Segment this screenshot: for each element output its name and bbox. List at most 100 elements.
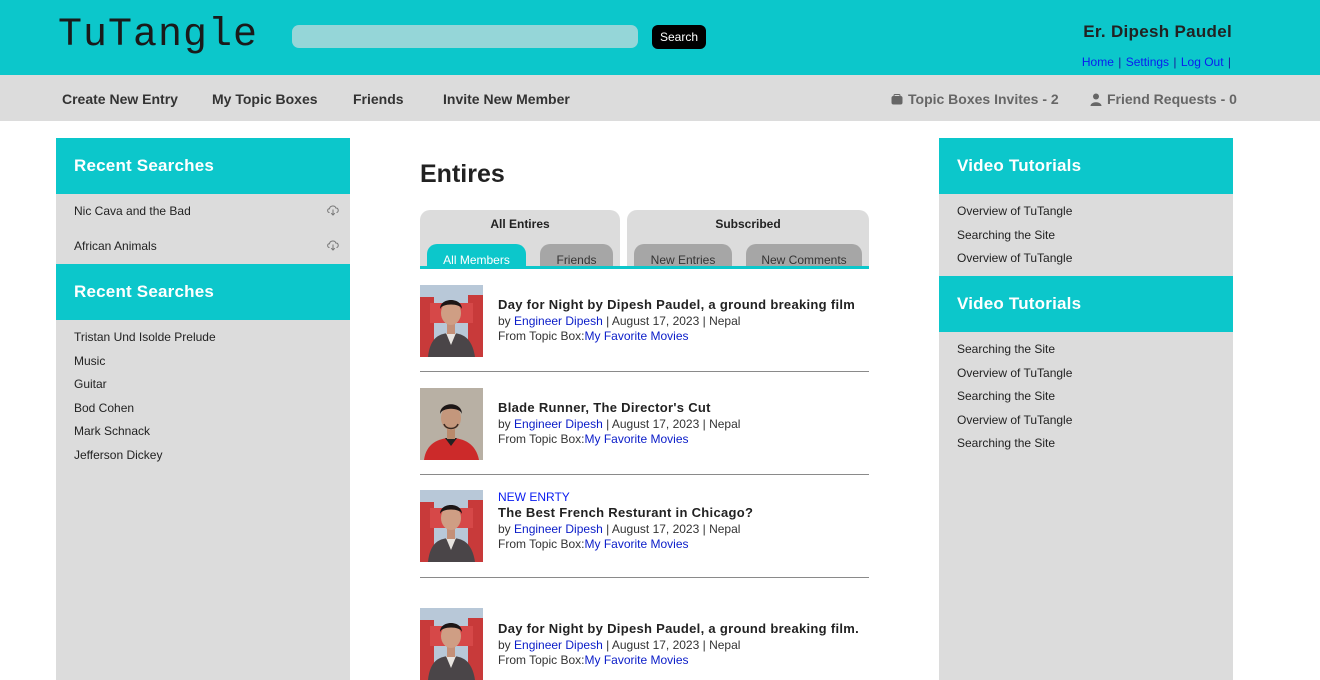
nav-invite-new-member[interactable]: Invite New Member — [443, 91, 570, 107]
recent-search-item[interactable]: Bod Cohen — [56, 401, 134, 415]
tutorial-link[interactable]: Overview of TuTangle — [939, 413, 1072, 427]
entry-from-label: From Topic Box: — [498, 432, 585, 446]
tab-group-label[interactable]: Subscribed — [627, 217, 869, 231]
entry-divider — [420, 474, 869, 475]
entry-date-location: | August 17, 2023 | Nepal — [602, 522, 741, 536]
friend-requests-label: Friend Requests - 0 — [1107, 91, 1237, 107]
entry-author-link[interactable]: Engineer Dipesh — [514, 314, 603, 328]
tutorial-link[interactable]: Searching the Site — [939, 436, 1055, 450]
friend-requests[interactable]: Friend Requests - 0 — [1090, 91, 1237, 107]
entry-from-label: From Topic Box: — [498, 537, 585, 551]
nav-my-topic-boxes[interactable]: My Topic Boxes — [212, 91, 318, 107]
entry-topic-link[interactable]: My Favorite Movies — [584, 432, 688, 446]
entry-author-link[interactable]: Engineer Dipesh — [514, 638, 603, 652]
entry-date-location: | August 17, 2023 | Nepal — [602, 314, 741, 328]
recent-search-label: Nic Cava and the Bad — [74, 204, 191, 218]
tutorial-link[interactable]: Overview of TuTangle — [939, 204, 1072, 218]
entry-title[interactable]: The Best French Resturant in Chicago? — [498, 505, 753, 520]
search-input[interactable] — [292, 25, 638, 48]
logout-link[interactable]: Log Out — [1181, 55, 1224, 69]
cloud-download-icon[interactable] — [326, 204, 340, 216]
tutorial-link[interactable]: Searching the Site — [939, 342, 1055, 356]
main-nav: Create New Entry My Topic Boxes Friends … — [0, 75, 1320, 121]
tutorial-link[interactable]: Overview of TuTangle — [939, 251, 1072, 265]
tab-new-entries[interactable]: New Entries — [634, 244, 732, 268]
entry-item: Day for Night by Dipesh Paudel, a ground… — [420, 285, 869, 360]
user-name: Er. Dipesh Paudel — [1083, 22, 1232, 41]
entry-author-link[interactable]: Engineer Dipesh — [514, 417, 603, 431]
entry-thumbnail[interactable] — [420, 388, 483, 460]
tabs-underline — [420, 266, 869, 269]
person-icon — [1090, 93, 1102, 106]
topic-box-invites-label: Topic Boxes Invites - 2 — [908, 91, 1059, 107]
entry-meta: by Engineer Dipesh | August 17, 2023 | N… — [498, 314, 855, 328]
entry-by: by — [498, 314, 515, 328]
recent-searches-heading: Recent Searches — [56, 138, 350, 194]
entry-item: NEW ENRTY The Best French Resturant in C… — [420, 490, 869, 565]
entry-item: Blade Runner, The Director's Cut by Engi… — [420, 388, 869, 463]
entry-meta: by Engineer Dipesh | August 17, 2023 | N… — [498, 417, 740, 431]
header: TuTangle Search Er. Dipesh Paudel Home |… — [0, 0, 1320, 75]
entry-by: by — [498, 417, 515, 431]
entry-from-label: From Topic Box: — [498, 329, 585, 343]
right-sidebar: Video Tutorials Overview of TuTangle Sea… — [939, 138, 1233, 680]
logo[interactable]: TuTangle — [58, 14, 258, 58]
entry-topic: From Topic Box:My Favorite Movies — [498, 329, 855, 343]
recent-search-item[interactable]: Music — [56, 354, 105, 368]
tab-group-label[interactable]: All Entires — [420, 217, 620, 231]
search-button[interactable]: Search — [652, 25, 706, 49]
entry-date-location: | August 17, 2023 | Nepal — [602, 638, 741, 652]
entry-meta: by Engineer Dipesh | August 17, 2023 | N… — [498, 522, 753, 536]
tutorial-link[interactable]: Overview of TuTangle — [939, 366, 1072, 380]
tab-group-all-entries: All Entires All Members Friends — [420, 210, 620, 268]
entry-title[interactable]: Blade Runner, The Director's Cut — [498, 400, 740, 415]
entry-topic: From Topic Box:My Favorite Movies — [498, 537, 753, 551]
recent-search-item[interactable]: Jefferson Dickey — [56, 448, 162, 462]
home-link[interactable]: Home — [1082, 55, 1114, 69]
video-tutorials-heading-2: Video Tutorials — [939, 276, 1233, 332]
tutorial-link[interactable]: Searching the Site — [939, 389, 1055, 403]
entry-date-location: | August 17, 2023 | Nepal — [602, 417, 741, 431]
cloud-download-icon[interactable] — [326, 239, 340, 251]
entry-topic-link[interactable]: My Favorite Movies — [584, 653, 688, 667]
topic-box-invites[interactable]: Topic Boxes Invites - 2 — [891, 91, 1059, 107]
entry-author-link[interactable]: Engineer Dipesh — [514, 522, 603, 536]
recent-search-item[interactable]: African Animals — [56, 239, 350, 253]
entry-thumbnail[interactable] — [420, 490, 483, 562]
recent-search-item[interactable]: Mark Schnack — [56, 424, 150, 438]
entry-tabs: All Entires All Members Friends Subscrib… — [420, 210, 869, 270]
entry-thumbnail[interactable] — [420, 608, 483, 680]
tab-all-members[interactable]: All Members — [427, 244, 526, 268]
entry-topic-link[interactable]: My Favorite Movies — [584, 537, 688, 551]
left-sidebar: Recent Searches Nic Cava and the Bad Afr… — [56, 138, 350, 680]
entry-thumbnail[interactable] — [420, 285, 483, 357]
tab-group-subscribed: Subscribed New Entries New Comments — [627, 210, 869, 268]
entry-divider — [420, 371, 869, 372]
recent-searches-heading-2: Recent Searches — [56, 264, 350, 320]
entry-topic: From Topic Box:My Favorite Movies — [498, 653, 859, 667]
recent-search-label: African Animals — [74, 239, 157, 253]
box-icon — [891, 93, 903, 104]
tab-new-comments[interactable]: New Comments — [746, 244, 862, 268]
entry-from-label: From Topic Box: — [498, 653, 585, 667]
video-tutorials-heading: Video Tutorials — [939, 138, 1233, 194]
entry-title[interactable]: Day for Night by Dipesh Paudel, a ground… — [498, 297, 855, 312]
nav-friends[interactable]: Friends — [353, 91, 404, 107]
new-entry-badge: NEW ENRTY — [498, 490, 570, 504]
tutorial-link[interactable]: Searching the Site — [939, 228, 1055, 242]
nav-create-new-entry[interactable]: Create New Entry — [62, 91, 178, 107]
tab-friends[interactable]: Friends — [540, 244, 613, 268]
entry-by: by — [498, 522, 515, 536]
entry-divider — [420, 577, 869, 578]
recent-search-item[interactable]: Guitar — [56, 377, 107, 391]
entry-meta: by Engineer Dipesh | August 17, 2023 | N… — [498, 638, 859, 652]
entry-by: by — [498, 638, 515, 652]
entry-topic: From Topic Box:My Favorite Movies — [498, 432, 740, 446]
settings-link[interactable]: Settings — [1126, 55, 1169, 69]
entry-topic-link[interactable]: My Favorite Movies — [584, 329, 688, 343]
recent-search-item[interactable]: Tristan Und Isolde Prelude — [56, 330, 216, 344]
entry-title[interactable]: Day for Night by Dipesh Paudel, a ground… — [498, 621, 859, 636]
entry-item: Day for Night by Dipesh Paudel, a ground… — [420, 608, 869, 680]
recent-search-item[interactable]: Nic Cava and the Bad — [56, 204, 350, 218]
user-links: Home | Settings | Log Out | — [1081, 55, 1231, 69]
